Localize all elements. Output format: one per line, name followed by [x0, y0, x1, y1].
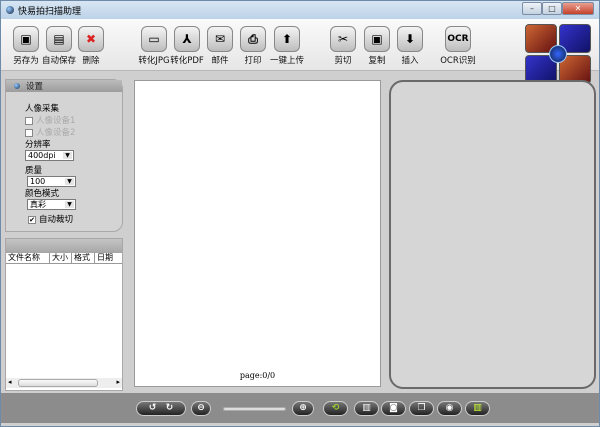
toolbar-button-10[interactable]: ⬇ 插入	[390, 26, 430, 66]
toolbar-button-11[interactable]: OCR OCR识别	[438, 26, 478, 66]
zoom-in-button[interactable]: ⊕	[292, 401, 314, 416]
multi-capture-button[interactable]: ❐	[409, 401, 434, 416]
photo-button[interactable]: ◉	[437, 401, 462, 416]
settings-title: 设置	[26, 82, 44, 92]
zoom-in-icon: ⊕	[299, 403, 307, 413]
scan-button[interactable]: ▥	[354, 401, 379, 416]
device2-checkbox[interactable]: 人像设备2	[25, 126, 75, 138]
preview-panel	[389, 80, 596, 389]
zoom-out-button[interactable]: ⊖	[191, 401, 211, 416]
print-icon: ⎙	[240, 26, 266, 52]
document-view[interactable]: page:0/0	[134, 80, 381, 387]
toolbar: ▣ 另存为 ▤ 自动保存 ✖ 删除 ▭ 转化JPG ⅄ 转化PDF ✉ 邮件 ⎙ 打印 ⬆ 一键上传 ✂ 剪切 ▣ 复…	[1, 19, 599, 84]
copy-icon: ▣	[364, 26, 390, 52]
feature-logo[interactable]	[523, 22, 593, 86]
column-date[interactable]: 日期	[95, 253, 122, 263]
column-format[interactable]: 格式	[72, 253, 95, 263]
quality-select[interactable]: 100 ▼	[27, 176, 76, 187]
toolbar-button-label: 一键上传	[269, 56, 304, 66]
pdf-icon: ⅄	[174, 26, 200, 52]
jpg-icon: ▭	[141, 26, 167, 52]
page-indicator: page:0/0	[239, 371, 276, 380]
camera-icon: ◙	[389, 403, 398, 413]
mail-icon: ✉	[207, 26, 233, 52]
settings-button[interactable]: ▥	[465, 401, 490, 416]
multi-page-icon: ❐	[417, 403, 426, 413]
zoom-slider[interactable]	[223, 407, 286, 411]
rotate-right-icon: ↻	[165, 403, 174, 413]
file-list-panel: 文件名称 大小 格式 日期 ◂ ▸	[5, 238, 123, 391]
toolbar-button-7[interactable]: ⬆ 一键上传	[267, 26, 307, 66]
toolbar-button-label: 插入	[401, 56, 419, 66]
settings-icon	[14, 83, 20, 89]
color-mode-select[interactable]: 真彩 ▼	[27, 199, 76, 210]
rotate-left-icon: ↺	[148, 403, 157, 413]
crop-button[interactable]: ⟲	[323, 401, 348, 416]
title-bar: 快易拍扫描助理 – □ ✕	[1, 1, 599, 19]
rotate-buttons[interactable]: ↺ ↻	[136, 401, 186, 416]
app-window: 快易拍扫描助理 – □ ✕ ▣ 另存为 ▤ 自动保存 ✖ 删除 ▭ 转化JPG ⅄ 转化PDF ✉ 邮…	[0, 0, 600, 427]
quality-label: 质量	[25, 166, 43, 176]
scissors-icon: ✂	[330, 26, 356, 52]
capture-button[interactable]: ◙	[381, 401, 406, 416]
chevron-down-icon: ▼	[63, 152, 72, 159]
file-list-header: 文件名称 大小 格式 日期	[6, 253, 122, 264]
save-as-icon: ▣	[13, 26, 39, 52]
chevron-down-icon: ▼	[65, 178, 74, 185]
toolbar-button-label: OCR识别	[440, 56, 476, 66]
capture-label: 人像采集	[25, 104, 60, 114]
column-size[interactable]: 大小	[50, 253, 72, 263]
resolution-label: 分辨率	[25, 140, 51, 150]
close-button[interactable]: ✕	[562, 2, 594, 15]
crop-icon: ⟲	[331, 403, 340, 413]
resolution-select[interactable]: 400dpi ▼	[25, 150, 74, 161]
ocr-icon: OCR	[445, 26, 471, 52]
column-name[interactable]: 文件名称	[6, 253, 50, 263]
chevron-down-icon: ▼	[65, 201, 74, 208]
delete-icon: ✖	[78, 26, 104, 52]
toolbar-button-label: 删除	[82, 56, 100, 66]
scanner-icon: ▥	[362, 403, 371, 413]
horizontal-scrollbar[interactable]: ◂ ▸	[6, 378, 122, 388]
app-icon	[6, 6, 14, 14]
minimize-button[interactable]: –	[522, 2, 542, 15]
sliders-icon: ▥	[473, 403, 482, 413]
maximize-button[interactable]: □	[542, 2, 562, 15]
window-title: 快易拍扫描助理	[18, 6, 82, 17]
auto-save-icon: ▤	[46, 26, 72, 52]
bottom-toolbar: ↺ ↻ ⊖ ⊕ ⟲ ▥ ◙ ❐ ◉ ▥	[1, 393, 599, 423]
upload-icon: ⬆	[274, 26, 300, 52]
photo-icon: ◉	[445, 403, 454, 413]
autocrop-checkbox[interactable]: ✔ 自动裁切	[28, 213, 73, 225]
settings-panel: 设置 人像采集 人像设备1 人像设备2 分辨率 400dpi ▼ 质量 100 ▼ …	[5, 79, 123, 232]
toolbar-button-2[interactable]: ✖ 删除	[71, 26, 111, 66]
insert-icon: ⬇	[397, 26, 423, 52]
zoom-out-icon: ⊖	[197, 403, 205, 413]
color-mode-label: 颜色模式	[25, 189, 60, 199]
device1-checkbox[interactable]: 人像设备1	[25, 114, 75, 126]
